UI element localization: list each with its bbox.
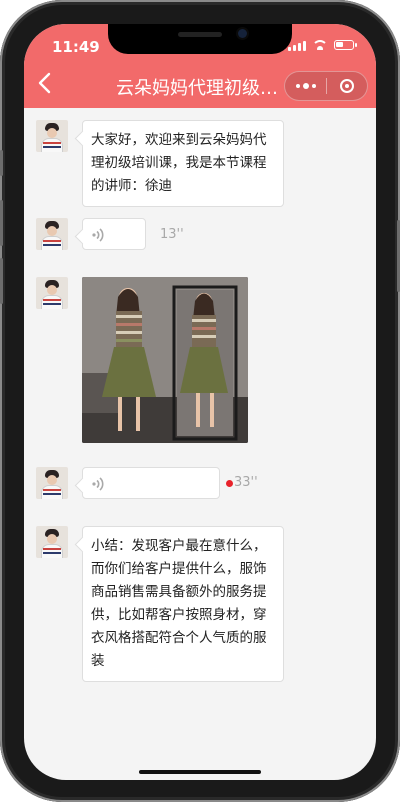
mute-switch — [0, 150, 3, 176]
voice-duration: 13'' — [160, 227, 184, 242]
more-dot — [302, 83, 309, 89]
message-text-bubble[interactable]: 大家好，欢迎来到云朵妈妈代理初级培训课，我是本节课程的讲师：徐迪 — [82, 120, 284, 207]
mini-program-capsule — [284, 71, 368, 101]
avatar[interactable] — [36, 467, 68, 499]
dress-photo-illustration — [82, 277, 248, 443]
speaker — [178, 32, 222, 37]
page-title: 云朵妈妈代理初级… — [116, 78, 278, 98]
camera — [238, 29, 247, 38]
back-button[interactable] — [34, 70, 56, 96]
more-button[interactable] — [285, 72, 326, 100]
unread-dot — [226, 480, 233, 487]
phone-frame: 11:49 云朵妈妈代理初级… 大家好，欢迎来到云朵妈妈代理初级培训课，我是本节… — [0, 0, 400, 802]
voice-wave-icon — [92, 477, 104, 491]
close-button[interactable] — [327, 72, 367, 100]
voice-wave-icon — [92, 228, 104, 242]
battery-icon — [334, 40, 357, 50]
message-text: 大家好，欢迎来到云朵妈妈代理初级培训课，我是本节课程的讲师：徐迪 — [91, 132, 267, 194]
voice-duration: 33'' — [234, 475, 258, 490]
screen: 11:49 云朵妈妈代理初级… 大家好，欢迎来到云朵妈妈代理初级培训课，我是本节… — [24, 24, 376, 780]
volume-up-button — [0, 200, 3, 246]
status-time: 11:49 — [52, 38, 100, 56]
more-dot — [311, 84, 316, 88]
home-indicator[interactable] — [139, 770, 261, 774]
voice-message-bubble[interactable] — [82, 218, 146, 250]
status-icons — [288, 39, 357, 51]
target-circle-icon — [339, 79, 354, 93]
more-dots-icon — [295, 84, 300, 88]
voice-message-bubble[interactable] — [82, 467, 220, 499]
chevron-left-icon — [38, 72, 51, 94]
notch — [108, 24, 292, 54]
avatar[interactable] — [36, 120, 68, 152]
message-text-bubble[interactable]: 小结：发现客户最在意什么，而你们给客户提供什么，服饰商品销售需具备额外的服务提供… — [82, 526, 284, 682]
avatar[interactable] — [36, 218, 68, 250]
dress-photo[interactable] — [82, 277, 248, 443]
volume-down-button — [0, 258, 3, 304]
avatar[interactable] — [36, 526, 68, 558]
avatar[interactable] — [36, 277, 68, 309]
message-text: 小结：发现客户最在意什么，而你们给客户提供什么，服饰商品销售需具备额外的服务提供… — [91, 538, 267, 669]
wifi-icon — [312, 40, 328, 50]
